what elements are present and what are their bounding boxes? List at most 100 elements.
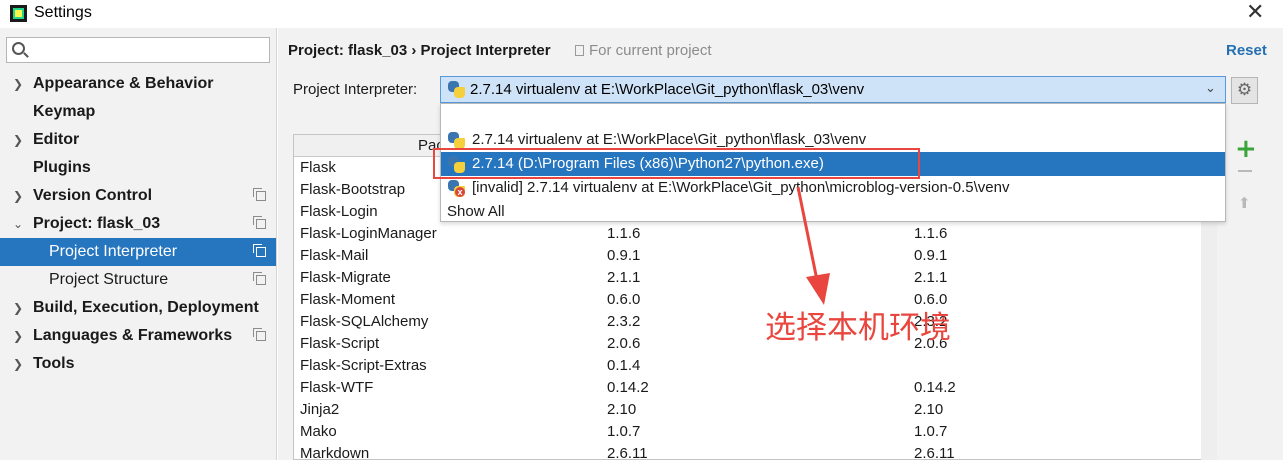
table-row[interactable]: Flask-Moment 0.6.0 0.6.0	[294, 289, 1216, 311]
table-row[interactable]: Markdown 2.6.11 2.6.11	[294, 443, 1216, 460]
sidebar-item-project-structure[interactable]: Project Structure	[0, 266, 276, 294]
sidebar-item-plugins[interactable]: Plugins	[0, 154, 276, 182]
chevron-right-icon[interactable]: ❯	[12, 322, 24, 350]
package-version: 0.9.1	[607, 247, 641, 264]
sidebar-item-languages-frameworks[interactable]: ❯ Languages & Frameworks	[0, 322, 276, 350]
sidebar-item-project-flask-03[interactable]: ⌄ Project: flask_03	[0, 210, 276, 238]
table-row[interactable]: Flask-Mail 0.9.1 0.9.1	[294, 245, 1216, 267]
package-name: Flask-Bootstrap	[300, 181, 406, 198]
table-row[interactable]: Flask-Migrate 2.1.1 2.1.1	[294, 267, 1216, 289]
page-icon	[575, 45, 584, 56]
project-scope-icon	[253, 272, 266, 285]
package-latest: 2.10	[914, 401, 944, 418]
python-icon	[448, 132, 465, 149]
package-version: 1.1.6	[607, 225, 641, 242]
chevron-right-icon[interactable]: ❯	[12, 350, 24, 378]
sidebar-item-editor[interactable]: ❯ Editor	[0, 126, 276, 154]
chevron-down-icon: ⌄	[1205, 80, 1216, 95]
breadcrumb: Project: flask_03 › Project Interpreter	[288, 42, 551, 59]
package-version: 2.6.11	[607, 445, 648, 460]
sidebar-item-label: Build, Execution, Deployment	[33, 299, 259, 316]
title-bar: Settings ✕	[0, 0, 1283, 28]
package-version: 2.3.2	[607, 313, 641, 330]
table-row[interactable]: Flask-LoginManager 1.1.6 1.1.6	[294, 223, 1216, 245]
package-name: Flask-Script-Extras	[300, 357, 427, 374]
search-input[interactable]	[31, 40, 267, 60]
package-version: 0.14.2	[607, 379, 649, 396]
interpreter-selected-value: 2.7.14 virtualenv at E:\WorkPlace\Git_py…	[470, 81, 865, 98]
package-name: Flask-LoginManager	[300, 225, 437, 242]
package-latest: 0.9.1	[914, 247, 948, 264]
package-name: Markdown	[300, 445, 370, 460]
python-icon	[448, 81, 465, 98]
close-icon[interactable]: ✕	[1246, 2, 1264, 24]
chevron-right-icon[interactable]: ❯	[12, 70, 24, 98]
package-version: 1.0.7	[607, 423, 641, 440]
table-row[interactable]: Flask-Script 2.0.6 2.0.6	[294, 333, 1216, 355]
sidebar-item-label: Version Control	[33, 187, 153, 204]
sidebar-item-label: Languages & Frameworks	[33, 327, 233, 344]
reset-link[interactable]: Reset	[1226, 42, 1267, 59]
annotation-arrow	[796, 186, 830, 305]
sidebar-item-label: Tools	[33, 355, 75, 372]
sidebar-item-tools[interactable]: ❯ Tools	[0, 350, 276, 378]
highlight-box	[433, 148, 920, 179]
table-row[interactable]: Flask-WTF 0.14.2 0.14.2	[294, 377, 1216, 399]
table-row[interactable]: Flask-SQLAlchemy 2.3.2 2.3.2	[294, 311, 1216, 333]
interpreter-option-label: [invalid] 2.7.14 virtualenv at E:\WorkPl…	[472, 179, 1010, 196]
python-invalid-icon: x	[448, 180, 465, 197]
add-package-icon[interactable]: +	[1235, 136, 1257, 162]
interpreter-combobox[interactable]: 2.7.14 virtualenv at E:\WorkPlace\Git_py…	[440, 76, 1226, 103]
package-name: Flask-SQLAlchemy	[300, 313, 429, 330]
settings-nav: ❯ Appearance & Behavior Keymap ❯ Editor Plugi…	[0, 70, 276, 378]
chevron-right-icon[interactable]: ❯	[12, 294, 24, 322]
scope-note-text: For current project	[589, 42, 712, 59]
sidebar-item-keymap[interactable]: Keymap	[0, 98, 276, 126]
package-name: Mako	[300, 423, 337, 440]
package-name: Flask-Script	[300, 335, 380, 352]
sidebar-item-appearance-behavior[interactable]: ❯ Appearance & Behavior	[0, 70, 276, 98]
table-row[interactable]: Flask-Script-Extras 0.1.4	[294, 355, 1216, 377]
sidebar-item-label: Project Interpreter	[49, 243, 178, 260]
project-scope-icon	[253, 216, 266, 229]
package-name: Flask-Login	[300, 203, 378, 220]
project-scope-icon	[253, 328, 266, 341]
package-version: 0.6.0	[607, 291, 641, 308]
chevron-right-icon[interactable]: ❯	[12, 126, 24, 154]
sidebar-item-label: Keymap	[33, 103, 96, 120]
chevron-right-icon[interactable]: ❯	[12, 182, 24, 210]
table-row[interactable]: Jinja2 2.10 2.10	[294, 399, 1216, 421]
chevron-down-icon[interactable]: ⌄	[12, 210, 24, 238]
gear-icon[interactable]: ⚙	[1231, 77, 1258, 104]
package-latest: 2.6.11	[914, 445, 955, 460]
package-name: Flask-Mail	[300, 247, 369, 264]
window-title: Settings	[34, 4, 92, 21]
upgrade-package-icon[interactable]: ⬆	[1238, 194, 1251, 212]
interpreter-label: Project Interpreter:	[293, 81, 418, 98]
package-version: 0.1.4	[607, 357, 641, 374]
sidebar-item-label: Project: flask_03	[33, 215, 161, 232]
package-version: 2.10	[607, 401, 637, 418]
pycharm-icon	[10, 5, 27, 22]
show-all-label: Show All	[447, 203, 505, 220]
settings-sidebar: ❯ Appearance & Behavior Keymap ❯ Editor Plugi…	[0, 28, 277, 460]
search-icon	[12, 42, 25, 55]
sidebar-item-build-execution-deployment[interactable]: ❯ Build, Execution, Deployment	[0, 294, 276, 322]
annotation-text: 选择本机环境	[765, 310, 951, 346]
project-scope-icon	[253, 188, 266, 201]
table-row[interactable]: Mako 1.0.7 1.0.7	[294, 421, 1216, 443]
package-name: Jinja2	[300, 401, 340, 418]
package-latest: 2.1.1	[914, 269, 948, 286]
settings-search[interactable]	[6, 37, 270, 63]
package-name: Flask-WTF	[300, 379, 374, 396]
package-toolbar: + ⬆	[1221, 134, 1261, 460]
sidebar-item-label: Appearance & Behavior	[33, 75, 214, 92]
remove-package-icon[interactable]	[1238, 170, 1252, 172]
package-name: Flask	[300, 159, 336, 176]
package-name: Flask-Moment	[300, 291, 396, 308]
scope-note: For current project	[575, 42, 712, 59]
sidebar-item-project-interpreter[interactable]: Project Interpreter	[0, 238, 276, 266]
sidebar-item-version-control[interactable]: ❯ Version Control	[0, 182, 276, 210]
interpreter-option-label: 2.7.14 virtualenv at E:\WorkPlace\Git_py…	[472, 131, 867, 148]
package-version: 2.0.6	[607, 335, 641, 352]
